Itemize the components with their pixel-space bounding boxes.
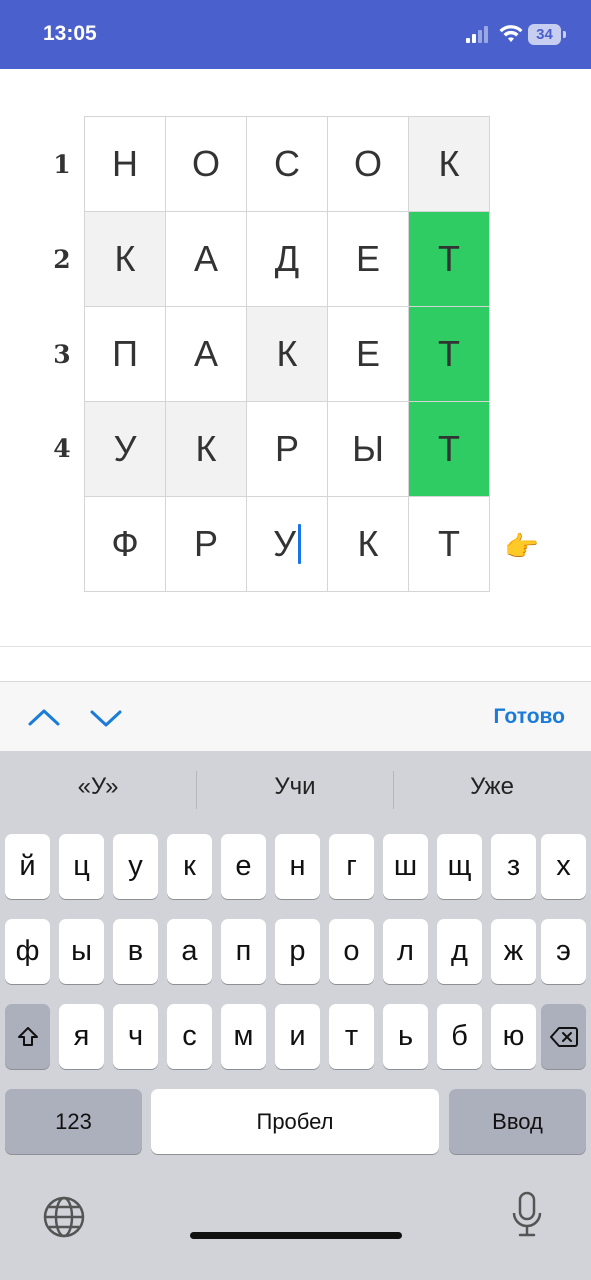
microphone-icon[interactable]: [510, 1191, 544, 1241]
key[interactable]: ц: [59, 834, 104, 899]
suggestion-2[interactable]: Учи: [197, 773, 393, 801]
row-number: 2: [53, 245, 71, 274]
grid-cell[interactable]: П: [85, 307, 166, 402]
done-button[interactable]: Готово: [494, 705, 565, 729]
text-caret: [297, 524, 301, 564]
numbers-key[interactable]: 123: [5, 1089, 142, 1154]
key[interactable]: ч: [113, 1004, 158, 1069]
grid-cell-hint[interactable]: У: [85, 402, 166, 497]
key[interactable]: н: [275, 834, 320, 899]
key[interactable]: ж: [491, 919, 536, 984]
grid-cell-correct[interactable]: Т: [409, 307, 490, 402]
grid-cell[interactable]: Н: [85, 117, 166, 212]
keyboard-accessory-bar: Готово: [0, 681, 591, 752]
key[interactable]: ю: [491, 1004, 536, 1069]
grid-cell-correct[interactable]: Т: [409, 402, 490, 497]
key[interactable]: з: [491, 834, 536, 899]
key[interactable]: а: [167, 919, 212, 984]
input-cell[interactable]: Р: [166, 497, 247, 592]
input-cell-letter: У: [273, 523, 296, 564]
grid-cell-hint[interactable]: К: [247, 307, 328, 402]
pointing-hand-icon: 👉: [504, 531, 539, 562]
grid-cell[interactable]: Е: [328, 307, 409, 402]
key[interactable]: и: [275, 1004, 320, 1069]
battery-icon: 34: [528, 24, 561, 45]
shift-icon: [17, 1026, 38, 1046]
status-time: 13:05: [43, 22, 97, 45]
key[interactable]: б: [437, 1004, 482, 1069]
key[interactable]: п: [221, 919, 266, 984]
cellular-signal-icon: [466, 26, 492, 43]
word-grid: Н О С О К К А Д Е Т П А К Е Т У К Р Ы Т …: [85, 117, 490, 592]
input-cell[interactable]: Ф: [85, 497, 166, 592]
grid-cell[interactable]: О: [328, 117, 409, 212]
key[interactable]: л: [383, 919, 428, 984]
shift-key[interactable]: [5, 1004, 50, 1069]
space-key[interactable]: Пробел: [151, 1089, 439, 1154]
grid-cell[interactable]: А: [166, 307, 247, 402]
row-number: 3: [53, 340, 71, 369]
suggestion-3[interactable]: Уже: [394, 773, 590, 801]
key[interactable]: у: [113, 834, 158, 899]
key[interactable]: х: [541, 834, 586, 899]
key[interactable]: в: [113, 919, 158, 984]
grid-cell[interactable]: С: [247, 117, 328, 212]
key[interactable]: о: [329, 919, 374, 984]
globe-icon[interactable]: [42, 1195, 86, 1239]
suggestion-1[interactable]: «У»: [0, 773, 196, 801]
key[interactable]: э: [541, 919, 586, 984]
grid-cell-hint[interactable]: К: [85, 212, 166, 307]
key[interactable]: й: [5, 834, 50, 899]
key[interactable]: ы: [59, 919, 104, 984]
grid-cell[interactable]: Е: [328, 212, 409, 307]
chevron-up-icon[interactable]: [27, 704, 61, 732]
divider: [0, 646, 591, 647]
key[interactable]: щ: [437, 834, 482, 899]
key[interactable]: ш: [383, 834, 428, 899]
key[interactable]: я: [59, 1004, 104, 1069]
row-number: 1: [53, 150, 71, 179]
return-key[interactable]: Ввод: [449, 1089, 586, 1154]
row-number: 4: [53, 434, 71, 463]
backspace-icon: [549, 1026, 578, 1047]
battery-cap: [563, 31, 566, 38]
key[interactable]: е: [221, 834, 266, 899]
key[interactable]: г: [329, 834, 374, 899]
grid-cell[interactable]: Д: [247, 212, 328, 307]
backspace-key[interactable]: [541, 1004, 586, 1069]
input-cell-active[interactable]: У: [247, 497, 328, 592]
key[interactable]: с: [167, 1004, 212, 1069]
grid-cell-correct[interactable]: Т: [409, 212, 490, 307]
key[interactable]: р: [275, 919, 320, 984]
grid-cell-hint[interactable]: К: [166, 402, 247, 497]
key[interactable]: м: [221, 1004, 266, 1069]
home-indicator: [190, 1232, 402, 1239]
key[interactable]: т: [329, 1004, 374, 1069]
key[interactable]: ф: [5, 919, 50, 984]
keyboard: «У» Учи Уже й ц у к е н г ш щ з х ф ы в …: [0, 751, 591, 1280]
grid-cell-hint[interactable]: К: [409, 117, 490, 212]
input-cell[interactable]: Т: [409, 497, 490, 592]
grid-cell[interactable]: Р: [247, 402, 328, 497]
grid-cell[interactable]: О: [166, 117, 247, 212]
status-bar: 13:05 34: [0, 0, 591, 69]
chevron-down-icon[interactable]: [89, 704, 123, 732]
grid-cell[interactable]: Ы: [328, 402, 409, 497]
key[interactable]: ь: [383, 1004, 428, 1069]
key[interactable]: к: [167, 834, 212, 899]
grid-cell[interactable]: А: [166, 212, 247, 307]
input-cell[interactable]: К: [328, 497, 409, 592]
key[interactable]: д: [437, 919, 482, 984]
wifi-icon: [499, 25, 523, 42]
